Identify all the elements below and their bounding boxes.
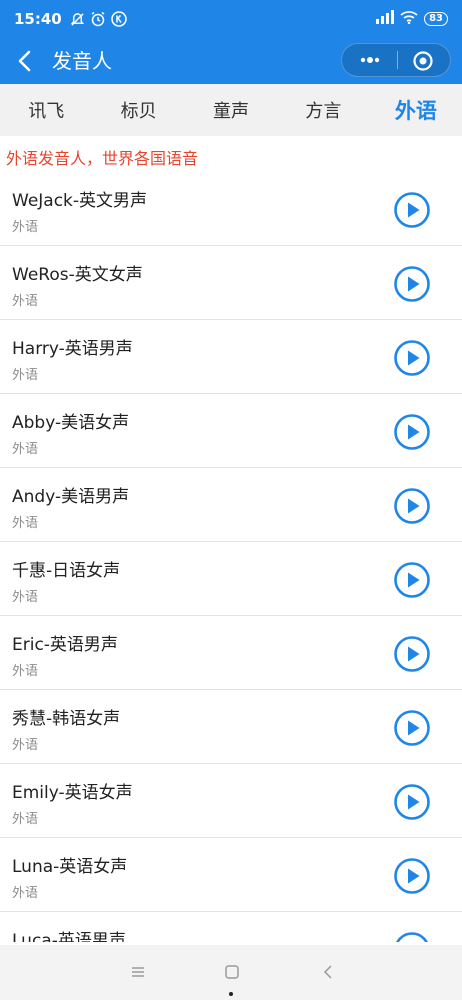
tab-bar: 讯飞 标贝 童声 方言 外语 <box>0 84 462 136</box>
home-icon[interactable] <box>223 963 241 981</box>
capsule-divider <box>397 51 398 69</box>
mute-icon <box>70 12 85 27</box>
play-icon[interactable] <box>393 413 431 451</box>
voice-list-item[interactable]: 秀慧-韩语女声外语 <box>0 690 462 764</box>
alarm-icon <box>90 11 106 27</box>
status-bar: 15:40 83 <box>0 0 462 38</box>
voice-name: 千惠-日语女声 <box>12 561 121 581</box>
voice-category: 外语 <box>12 516 39 531</box>
voice-list-item[interactable]: Emily-英语女声外语 <box>0 764 462 838</box>
close-mini-icon[interactable] <box>412 50 434 72</box>
back-nav-icon[interactable] <box>320 963 338 981</box>
voice-category: 外语 <box>12 442 39 457</box>
voice-name: Abby-美语女声 <box>12 413 130 433</box>
voice-category: 外语 <box>12 886 39 901</box>
back-icon[interactable] <box>14 48 38 74</box>
voice-category: 外语 <box>12 664 39 679</box>
voice-category: 外语 <box>12 294 39 309</box>
k-app-icon <box>111 11 127 27</box>
play-icon[interactable] <box>393 857 431 895</box>
voice-name: Luca-英语男声 <box>12 931 126 942</box>
voice-name: Luna-英语女声 <box>12 857 128 877</box>
play-icon[interactable] <box>393 783 431 821</box>
voice-list-item[interactable]: Andy-美语男声外语 <box>0 468 462 542</box>
voice-name: Harry-英语男声 <box>12 339 133 359</box>
voice-list-item[interactable]: WeJack-英文男声外语 <box>0 172 462 246</box>
voice-name: Andy-美语男声 <box>12 487 130 507</box>
voice-name: WeRos-英文女声 <box>12 265 143 285</box>
voice-list-item[interactable]: Abby-美语女声外语 <box>0 394 462 468</box>
home-indicator <box>229 992 233 996</box>
tab-foreign[interactable]: 外语 <box>370 95 462 125</box>
play-icon[interactable] <box>393 339 431 377</box>
play-icon[interactable] <box>393 265 431 303</box>
voice-list-item[interactable]: Luca-英语男声外语 <box>0 912 462 942</box>
voice-category: 外语 <box>12 738 39 753</box>
play-icon[interactable] <box>393 931 431 942</box>
more-icon[interactable] <box>356 51 384 69</box>
play-icon[interactable] <box>393 635 431 673</box>
voice-list-item[interactable]: Harry-英语男声外语 <box>0 320 462 394</box>
voice-name: WeJack-英文男声 <box>12 191 148 211</box>
voice-list-item[interactable]: 千惠-日语女声外语 <box>0 542 462 616</box>
signal-icon <box>374 10 395 28</box>
menu-icon[interactable] <box>129 963 147 981</box>
voice-list-item[interactable]: Luna-英语女声外语 <box>0 838 462 912</box>
wifi-icon <box>400 10 418 28</box>
page-title: 发音人 <box>52 49 112 73</box>
play-icon[interactable] <box>393 709 431 747</box>
voice-name: 秀慧-韩语女声 <box>12 709 121 729</box>
voice-category: 外语 <box>12 220 39 235</box>
play-icon[interactable] <box>393 487 431 525</box>
mini-program-capsule <box>341 43 451 77</box>
voice-list-item[interactable]: Eric-英语男声外语 <box>0 616 462 690</box>
battery-indicator: 83 <box>424 12 448 26</box>
play-icon[interactable] <box>393 191 431 229</box>
status-time: 15:40 <box>14 10 62 28</box>
voice-list-item[interactable]: WeRos-英文女声外语 <box>0 246 462 320</box>
nav-bar: 发音人 <box>0 38 462 84</box>
tab-biaobei[interactable]: 标贝 <box>92 97 184 123</box>
voice-category: 外语 <box>12 812 39 827</box>
voice-list: WeJack-英文男声 外语 WeRos-英文女声 外语 Harry-英语男声 外语 Abb… <box>0 172 462 942</box>
voice-category: 外语 <box>12 368 39 383</box>
voice-name: Emily-英语女声 <box>12 783 133 803</box>
tab-dialect[interactable]: 方言 <box>277 97 369 123</box>
tab-xunfei[interactable]: 讯飞 <box>0 97 92 123</box>
play-icon[interactable] <box>393 561 431 599</box>
voice-category: 外语 <box>12 590 39 605</box>
tab-child-voice[interactable]: 童声 <box>185 97 277 123</box>
section-hint: 外语发音人，世界各国语音 <box>6 149 199 168</box>
voice-name: Eric-英语男声 <box>12 635 118 655</box>
